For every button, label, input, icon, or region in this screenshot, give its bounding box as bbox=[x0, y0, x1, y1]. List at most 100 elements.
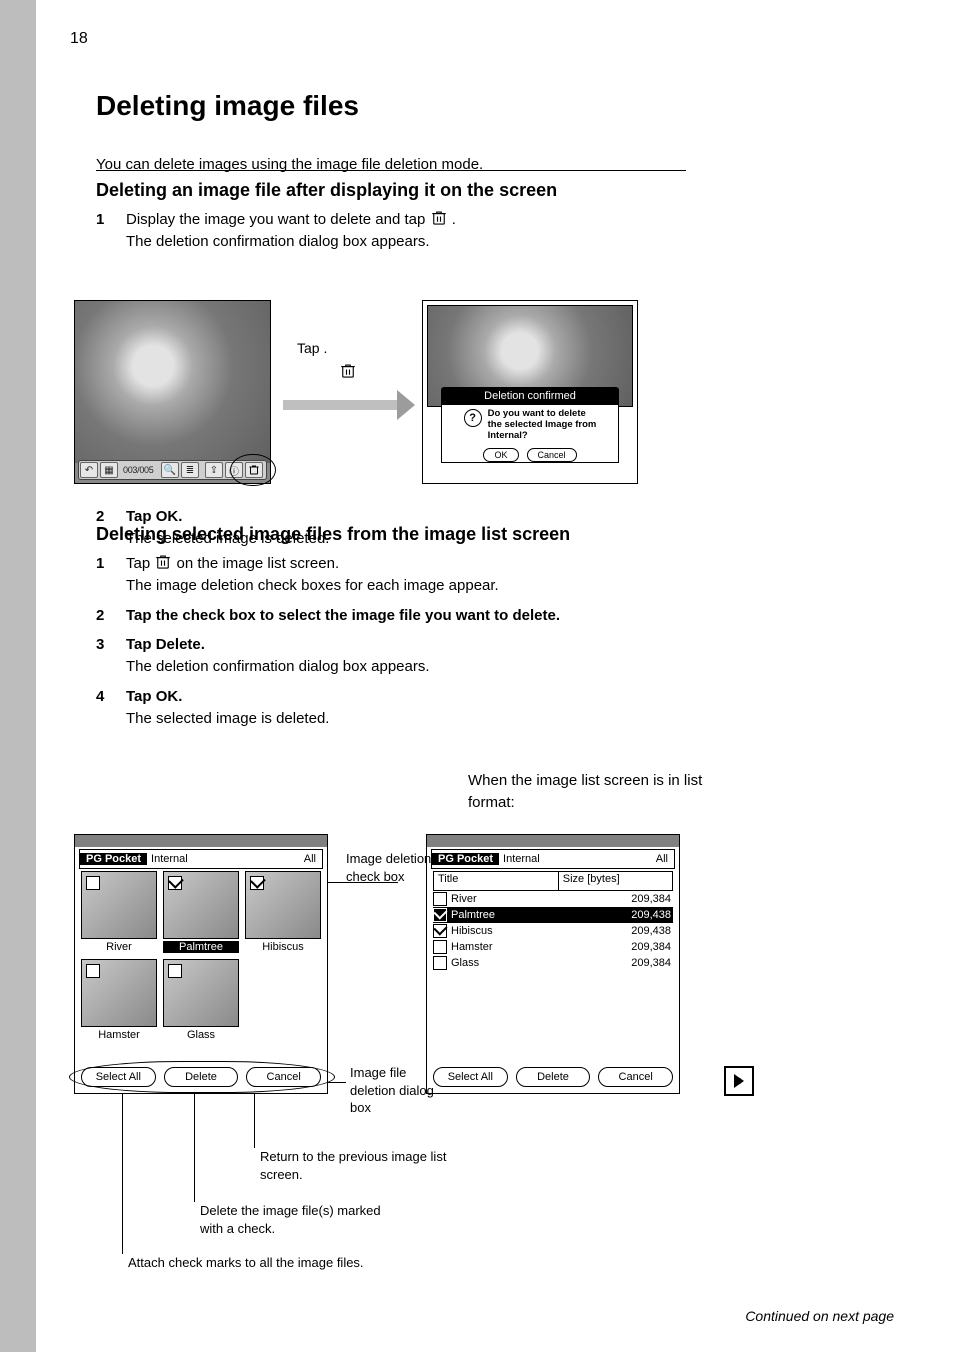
trash-icon bbox=[154, 553, 172, 571]
callout-line bbox=[194, 1094, 195, 1202]
delete-checkbox[interactable] bbox=[433, 956, 447, 970]
list-item[interactable]: River 209,384 bbox=[433, 891, 673, 907]
thumbnail-item[interactable]: River bbox=[81, 871, 157, 953]
callout-line bbox=[328, 1082, 346, 1083]
callout-delete-desc: Delete the image file(s) marked with a c… bbox=[200, 1202, 480, 1237]
section2-step1-detail: The image deletion check boxes for each … bbox=[126, 575, 796, 597]
category-dropdown[interactable]: All bbox=[304, 853, 322, 865]
arrow-label-text: Tap . bbox=[297, 340, 327, 356]
pda-header: PG Pocket Internal All bbox=[431, 849, 675, 869]
section2-step4-detail: The selected image is deleted. bbox=[126, 708, 796, 730]
storage-location[interactable]: Internal bbox=[147, 853, 188, 865]
file-list: River 209,384 Palmtree 209,438 Hibiscus … bbox=[433, 891, 673, 971]
file-name: Hibiscus bbox=[451, 925, 566, 937]
storage-location[interactable]: Internal bbox=[499, 853, 540, 865]
delete-checkbox[interactable] bbox=[168, 876, 182, 890]
file-name: Hamster bbox=[451, 941, 566, 953]
period: . bbox=[452, 211, 456, 228]
zoom-icon[interactable]: 🔍 bbox=[161, 462, 179, 478]
select-all-button[interactable]: Select All bbox=[81, 1067, 156, 1087]
ok-button[interactable]: OK bbox=[483, 448, 518, 462]
file-name: Palmtree bbox=[451, 909, 566, 921]
vertical-sidebar bbox=[0, 0, 36, 1352]
file-size: 209,384 bbox=[566, 893, 673, 905]
delete-checkbox[interactable] bbox=[168, 964, 182, 978]
select-all-button[interactable]: Select All bbox=[433, 1067, 508, 1087]
thumbnail-item[interactable]: Hamster bbox=[81, 959, 157, 1041]
button-bar: Select All Delete Cancel bbox=[81, 1067, 321, 1087]
beam-icon[interactable]: ⇪ bbox=[205, 462, 223, 478]
step-text-b: on the image list screen. bbox=[177, 555, 340, 572]
cancel-button[interactable]: Cancel bbox=[246, 1067, 321, 1087]
page-title: Deleting image files bbox=[96, 90, 359, 122]
callout-dialog-box: Image file deletion dialog box bbox=[350, 1064, 440, 1117]
screenshot-list-select: PG Pocket Internal All Title Size [bytes… bbox=[426, 834, 680, 1094]
list-item[interactable]: Palmtree 209,438 bbox=[433, 907, 673, 923]
category-dropdown[interactable]: All bbox=[656, 853, 674, 865]
figure-delete-list: PG Pocket Internal All River Palmtree bbox=[74, 834, 774, 1254]
list-header: Title Size [bytes] bbox=[433, 871, 673, 891]
file-name: Glass bbox=[451, 957, 566, 969]
section2-step3-detail: The deletion confirmation dialog box app… bbox=[126, 656, 796, 678]
list-format-intro: When the image list screen is in list fo… bbox=[468, 770, 768, 814]
step-number: 1 bbox=[96, 553, 114, 575]
trash-icon bbox=[339, 362, 357, 380]
title-rule bbox=[96, 170, 686, 171]
file-name: River bbox=[451, 893, 566, 905]
question-icon: ? bbox=[464, 409, 482, 427]
list-item[interactable]: Hibiscus 209,438 bbox=[433, 923, 673, 939]
file-size: 209,438 bbox=[566, 909, 673, 921]
back-icon[interactable]: ↶ bbox=[80, 462, 98, 478]
section2-step3: 3 Tap Delete. bbox=[96, 634, 796, 656]
callout-line bbox=[254, 1094, 255, 1148]
pda-header: PG Pocket Internal All bbox=[79, 849, 323, 869]
arrow-tap-trash: Tap . bbox=[279, 340, 409, 430]
column-title[interactable]: Title bbox=[434, 872, 559, 890]
thumbnail-item[interactable]: Glass bbox=[163, 959, 239, 1041]
screenshot-delete-dialog: Deletion confirmed ? Do you want to dele… bbox=[422, 300, 638, 484]
delete-button[interactable]: Delete bbox=[164, 1067, 239, 1087]
section1-step1: 1 Display the image you want to delete a… bbox=[96, 209, 796, 231]
cancel-button[interactable]: Cancel bbox=[527, 448, 577, 462]
list-icon[interactable]: ≣ bbox=[181, 462, 199, 478]
thumbnail-item[interactable]: Palmtree bbox=[163, 871, 239, 953]
step-text: Tap the check box to select the image fi… bbox=[126, 607, 560, 624]
delete-checkbox[interactable] bbox=[433, 924, 447, 938]
delete-checkbox[interactable] bbox=[86, 964, 100, 978]
step-number: 1 bbox=[96, 209, 114, 231]
delete-checkbox[interactable] bbox=[86, 876, 100, 890]
thumbnail-label: Hamster bbox=[81, 1029, 157, 1041]
list-item[interactable]: Hamster 209,384 bbox=[433, 939, 673, 955]
delete-checkbox[interactable] bbox=[433, 908, 447, 922]
viewer-toolbar: ↶ ▦ 003/005 🔍 ≣ ⇪ ⓘ bbox=[78, 460, 267, 480]
file-size: 209,384 bbox=[566, 941, 673, 953]
delete-checkbox[interactable] bbox=[250, 876, 264, 890]
info-icon[interactable]: ⓘ bbox=[225, 462, 243, 478]
cancel-button[interactable]: Cancel bbox=[598, 1067, 673, 1087]
file-size: 209,438 bbox=[566, 925, 673, 937]
thumbnail-label: River bbox=[81, 941, 157, 953]
trash-icon[interactable] bbox=[245, 462, 263, 478]
step-number: 3 bbox=[96, 634, 114, 656]
screenshot-thumbnail-select: PG Pocket Internal All River Palmtree bbox=[74, 834, 328, 1094]
callout-selectall-desc: Attach check marks to all the image file… bbox=[128, 1254, 468, 1272]
section1-title: Deleting an image file after displaying … bbox=[96, 180, 796, 201]
page: 18 Deleting image files You can delete i… bbox=[0, 0, 954, 1352]
thumbnail-grid: River Palmtree Hibiscus Hamster bbox=[81, 871, 321, 1063]
column-size[interactable]: Size [bytes] bbox=[559, 872, 672, 890]
screenshot-fullscreen-image: ↶ ▦ 003/005 🔍 ≣ ⇪ ⓘ bbox=[74, 300, 271, 484]
delete-button[interactable]: Delete bbox=[516, 1067, 591, 1087]
section2-step4: 4 Tap OK. bbox=[96, 686, 796, 708]
pda-topstrip bbox=[427, 835, 679, 847]
list-item[interactable]: Glass 209,384 bbox=[433, 955, 673, 971]
thumbnail-item[interactable]: Hibiscus bbox=[245, 871, 321, 953]
callout-line bbox=[122, 1094, 123, 1254]
thumbnail-label: Palmtree bbox=[163, 941, 239, 953]
callout-checkbox: Image deletion check box bbox=[346, 850, 436, 885]
delete-checkbox[interactable] bbox=[433, 892, 447, 906]
thumb-icon[interactable]: ▦ bbox=[100, 462, 118, 478]
section2-title: Deleting selected image files from the i… bbox=[96, 524, 796, 545]
step-number: 4 bbox=[96, 686, 114, 708]
app-name: PG Pocket bbox=[80, 853, 147, 865]
delete-checkbox[interactable] bbox=[433, 940, 447, 954]
